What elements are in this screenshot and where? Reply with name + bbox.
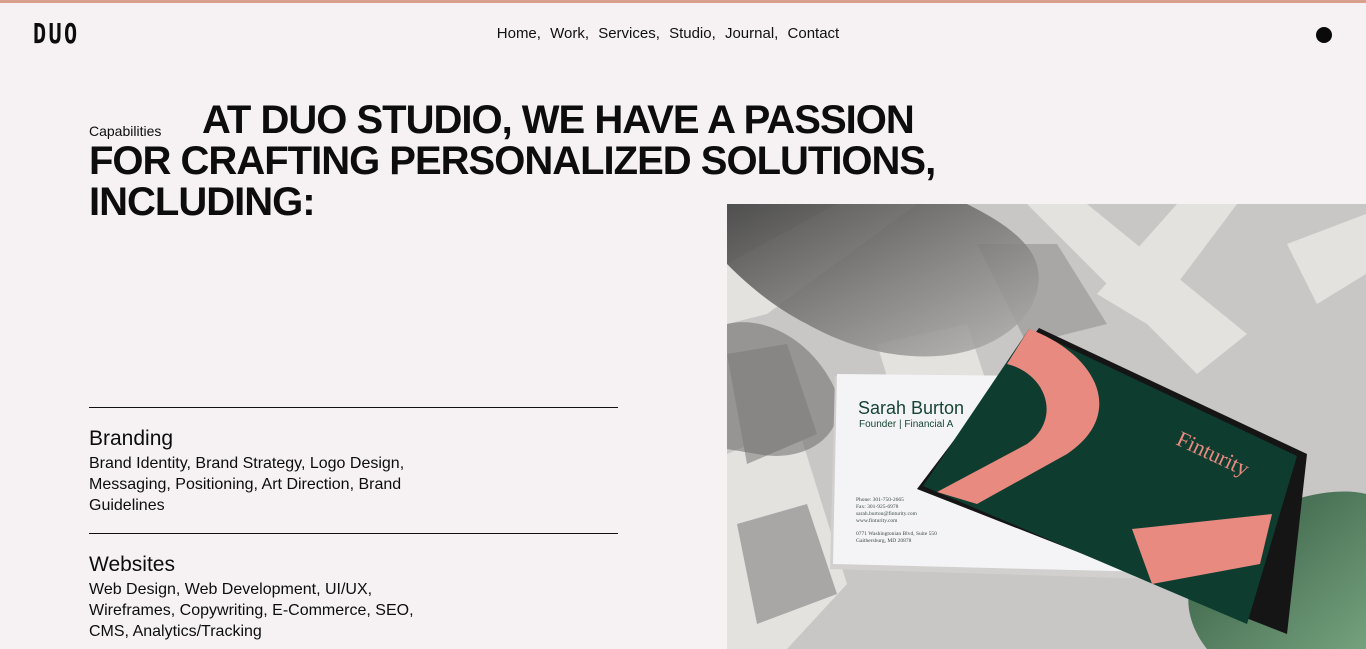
card-address-line: Gaithersburg, MD 20878 xyxy=(856,538,912,544)
main-nav: Home, Work, Services, Studio, Journal, C… xyxy=(0,24,1336,44)
card-address-line: 0771 Washingtonian Blvd, Suite 550 xyxy=(856,531,937,537)
nav-studio[interactable]: Studio xyxy=(669,25,712,42)
capability-description-websites: Web Design, Web Development, UI/UX, Wire… xyxy=(89,581,414,640)
nav-separator: , xyxy=(655,25,660,42)
capability-title-websites: Websites xyxy=(89,553,175,576)
nav-separator: , xyxy=(584,25,590,42)
nav-services[interactable]: Services xyxy=(598,25,656,42)
card-contact-line: Phone: 301-750-2665 xyxy=(856,497,904,503)
capability-description-branding: Brand Identity, Brand Strategy, Logo Des… xyxy=(89,455,405,514)
divider xyxy=(89,533,618,534)
card-role: Founder | Financial A xyxy=(859,419,954,430)
nav-home[interactable]: Home xyxy=(497,25,537,42)
nav-work[interactable]: Work xyxy=(550,25,585,42)
menu-dot-button[interactable] xyxy=(1316,27,1332,43)
capability-title-branding: Branding xyxy=(89,427,174,450)
business-cards-photo: Sarah Burton Founder | Financial A Phone… xyxy=(727,204,1366,649)
page: DUO Home, Work, Services, Studio, Journa… xyxy=(0,0,1366,649)
nav-journal[interactable]: Journal xyxy=(725,25,774,42)
nav-separator: , xyxy=(536,25,541,42)
nav-separator: , xyxy=(774,25,779,42)
card-contact-line: Fax: 301-925-6978 xyxy=(856,504,899,510)
card-contact-line: sarah.burton@finturity.com xyxy=(856,510,918,517)
card-name: Sarah Burton xyxy=(858,398,964,418)
divider xyxy=(89,407,618,408)
nav-contact[interactable]: Contact xyxy=(788,25,840,42)
card-contact-line: www.finturity.com xyxy=(856,517,898,524)
top-accent-rule xyxy=(0,0,1366,3)
nav-separator: , xyxy=(711,25,716,42)
